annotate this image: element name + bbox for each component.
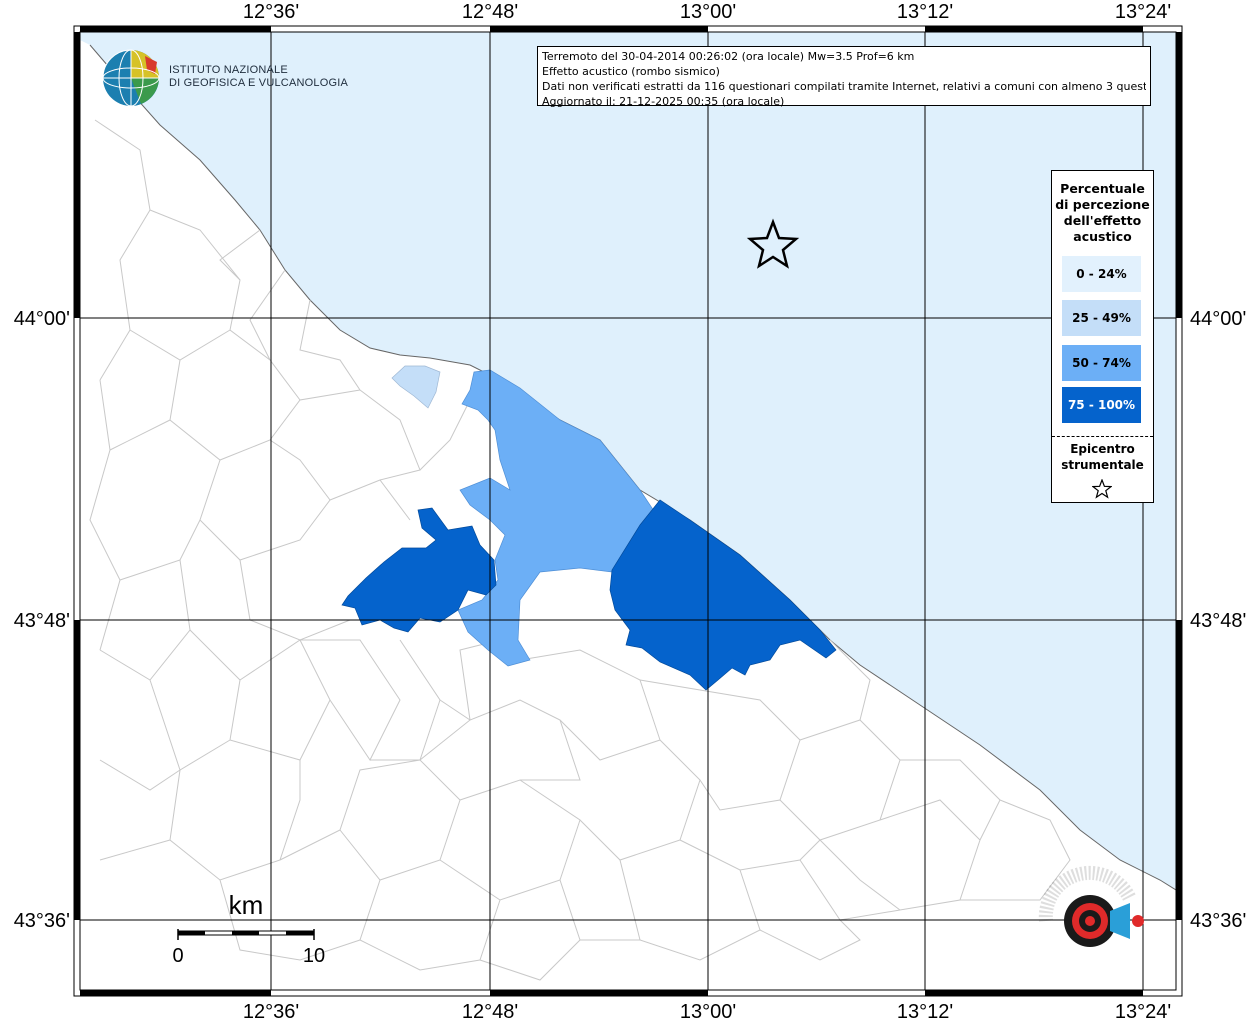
- left-tick-label: 44°00': [14, 308, 70, 330]
- left-tick-label: 43°36': [14, 910, 70, 932]
- bottom-tick-label: 13°12': [897, 1001, 953, 1023]
- legend-epicenter-line: strumentale: [1061, 458, 1144, 472]
- earthquake-info-box: Terremoto del 30-04-2014 00:26:02 (ora l…: [537, 46, 1151, 108]
- legend-epicenter-line: Epicentro: [1070, 442, 1135, 456]
- ingv-line-1: ISTITUTO NAZIONALE: [169, 64, 288, 76]
- top-tick-label: 12°48': [462, 1, 518, 23]
- legend-divider: [1052, 436, 1153, 437]
- legend-item-label: 75 - 100%: [1067, 398, 1136, 412]
- bottom-tick-label: 13°00': [680, 1001, 736, 1023]
- right-tick-label: 43°48': [1190, 610, 1246, 632]
- legend-item-0-24: 0 - 24%: [1062, 256, 1141, 292]
- ingv-globe-icon: [102, 49, 160, 107]
- ingv-line-2: DI GEOFISICA E VULCANOLOGIA: [169, 77, 348, 89]
- info-line-updated: Aggiornato il: 21-12-2025 00:35 (ora loc…: [542, 95, 785, 108]
- right-tick-labels: 44°00' 43°48' 43°36': [1190, 308, 1246, 932]
- scale-max-label: 10: [303, 945, 325, 967]
- bottom-tick-label: 12°36': [243, 1001, 299, 1023]
- top-tick-label: 12°36': [243, 1, 299, 23]
- haisentitoilterremoto-logo-icon: [1038, 865, 1144, 947]
- legend-epicenter-label: Epicentro strumentale: [1052, 441, 1153, 473]
- legend-title-line: di percezione: [1055, 197, 1150, 212]
- scale-min-label: 0: [172, 945, 183, 967]
- top-tick-label: 13°00': [680, 1, 736, 23]
- legend-title-line: dell'effetto: [1063, 213, 1142, 228]
- bottom-tick-label: 13°24': [1115, 1001, 1171, 1023]
- bottom-tick-labels: 12°36' 12°48' 13°00' 13°12' 13°24': [243, 1001, 1171, 1023]
- legend-item-label: 25 - 49%: [1072, 311, 1131, 325]
- legend-item-50-74: 50 - 74%: [1062, 345, 1141, 381]
- legend-item-label: 50 - 74%: [1072, 356, 1131, 370]
- legend-title-line: acustico: [1073, 229, 1132, 244]
- top-tick-labels: 12°36' 12°48' 13°00' 13°12' 13°24': [243, 1, 1171, 23]
- bottom-tick-label: 12°48': [462, 1001, 518, 1023]
- right-tick-label: 44°00': [1190, 308, 1246, 330]
- info-line-event: Terremoto del 30-04-2014 00:26:02 (ora l…: [542, 50, 915, 63]
- info-line-source: Dati non verificati estratti da 116 ques…: [542, 80, 1146, 93]
- legend-item-25-49: 25 - 49%: [1062, 300, 1141, 336]
- legend-item-label: 0 - 24%: [1076, 267, 1127, 281]
- top-tick-label: 13°24': [1115, 1, 1171, 23]
- legend-star-icon: [1092, 479, 1112, 499]
- legend-title: Percentuale di percezione dell'effetto a…: [1052, 181, 1153, 245]
- info-line-effect: Effetto acustico (rombo sismico): [542, 65, 720, 78]
- top-tick-label: 13°12': [897, 1, 953, 23]
- scale-unit-label: km: [229, 890, 264, 920]
- legend: Percentuale di percezione dell'effetto a…: [1051, 170, 1154, 503]
- left-tick-label: 43°48': [14, 610, 70, 632]
- ingv-wordmark: ISTITUTO NAZIONALE DI GEOFISICA E VULCAN…: [169, 64, 348, 90]
- right-tick-label: 43°36': [1190, 910, 1246, 932]
- left-tick-labels: 44°00' 43°48' 43°36': [14, 308, 70, 932]
- legend-title-line: Percentuale: [1060, 181, 1145, 196]
- legend-item-75-100: 75 - 100%: [1062, 387, 1141, 423]
